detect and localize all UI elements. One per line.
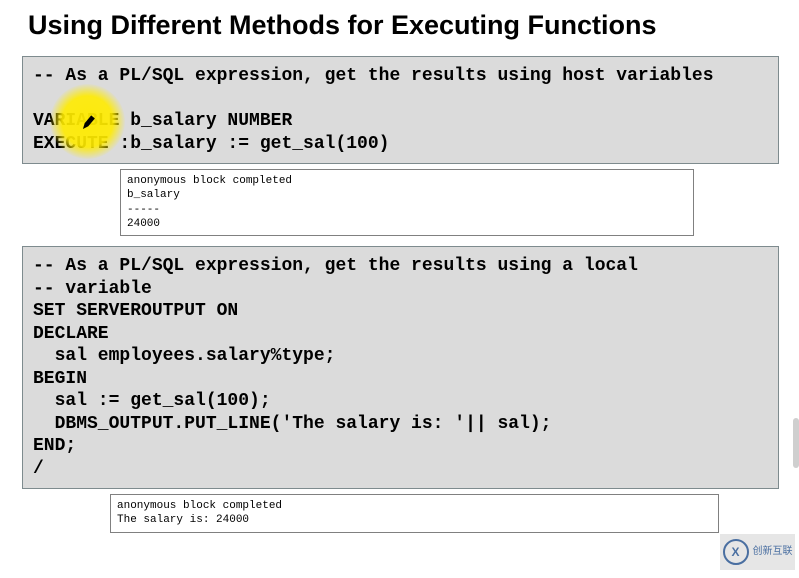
watermark-logo-icon: X — [723, 539, 749, 565]
code-block-local-variable: -- As a PL/SQL expression, get the resul… — [22, 246, 779, 489]
output-block-local-variable: anonymous block completed The salary is:… — [110, 494, 719, 533]
watermark-badge: X 创新互联 — [720, 534, 795, 570]
scrollbar-track[interactable] — [793, 418, 799, 468]
page-title: Using Different Methods for Executing Fu… — [28, 10, 799, 41]
code-block-host-variables: -- As a PL/SQL expression, get the resul… — [22, 56, 779, 164]
output-block-host-variables: anonymous block completed b_salary -----… — [120, 169, 694, 236]
watermark-text: 创新互联 — [753, 547, 793, 557]
